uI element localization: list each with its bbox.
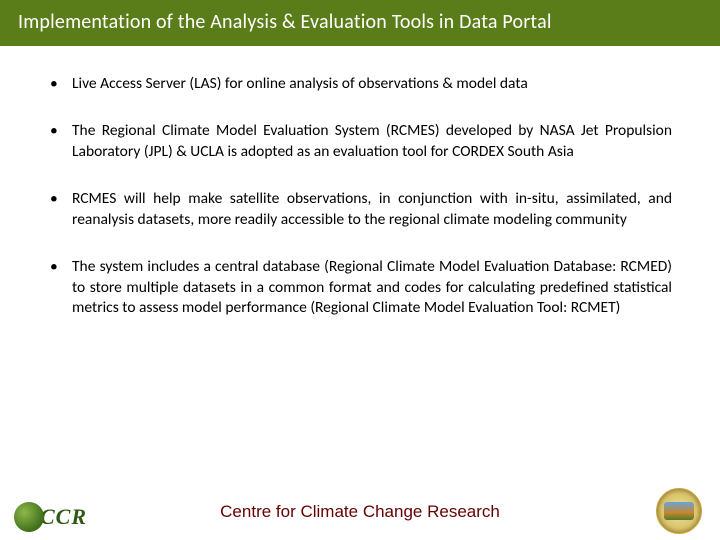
list-item: • Live Access Server (LAS) for online an… <box>48 74 672 95</box>
slide-title-bar: Implementation of the Analysis & Evaluat… <box>0 0 720 46</box>
bullet-text: The system includes a central database (… <box>72 257 672 320</box>
footer-text: Centre for Climate Change Research <box>220 502 500 522</box>
slide-title: Implementation of the Analysis & Evaluat… <box>18 10 552 34</box>
emblem-inner-icon <box>664 502 694 520</box>
bullet-text: Live Access Server (LAS) for online anal… <box>72 74 672 95</box>
bullet-text: The Regional Climate Model Evaluation Sy… <box>72 121 672 163</box>
bullet-text: RCMES will help make satellite observati… <box>72 189 672 231</box>
bullet-icon: • <box>48 74 72 95</box>
logo-emblem <box>656 488 702 534</box>
list-item: • The system includes a central database… <box>48 257 672 320</box>
list-item: • The Regional Climate Model Evaluation … <box>48 121 672 163</box>
bullet-icon: • <box>48 121 72 163</box>
content-area: • Live Access Server (LAS) for online an… <box>0 46 720 319</box>
bullet-icon: • <box>48 189 72 231</box>
footer-bar: Centre for Climate Change Research <box>0 484 720 540</box>
bullet-icon: • <box>48 257 72 320</box>
list-item: • RCMES will help make satellite observa… <box>48 189 672 231</box>
